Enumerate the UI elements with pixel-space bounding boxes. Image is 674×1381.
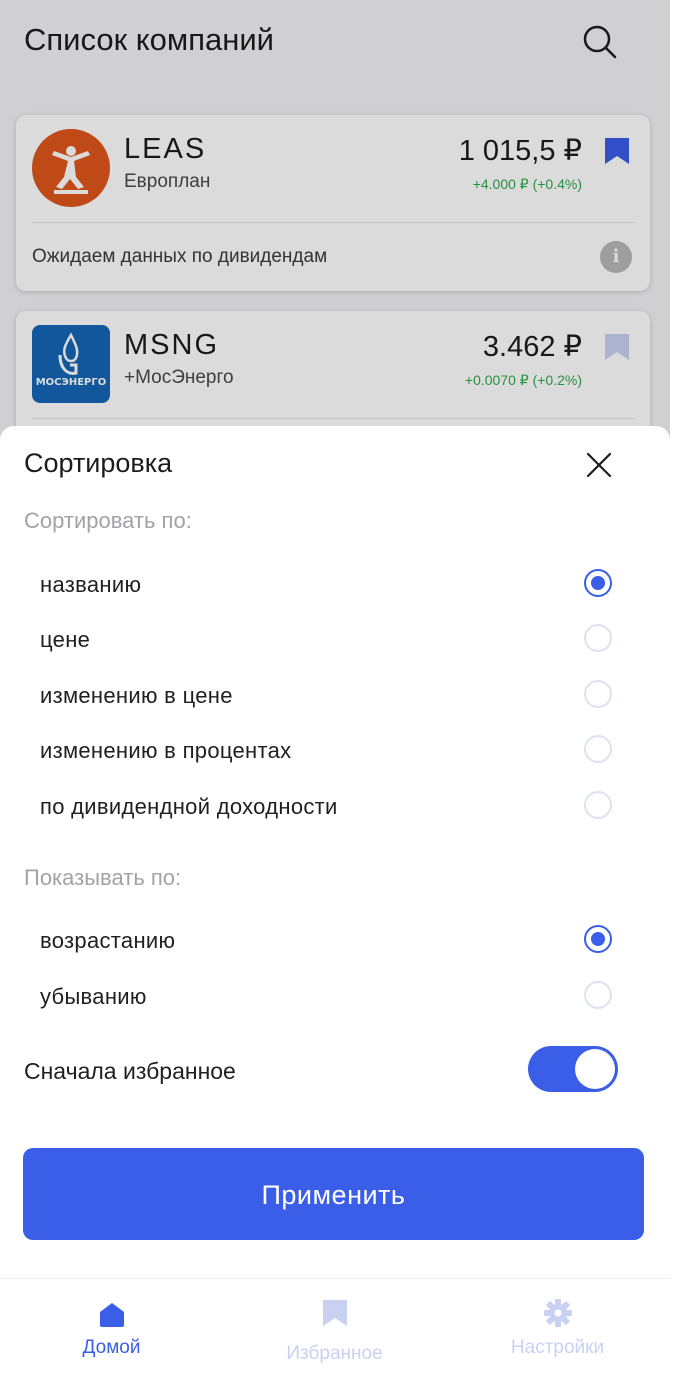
apply-button[interactable]: Применить bbox=[23, 1148, 644, 1240]
nav-label: Избранное bbox=[286, 1343, 383, 1364]
sheet-title: Сортировка bbox=[24, 448, 173, 478]
order-label: Показывать по: bbox=[24, 865, 182, 890]
nav-item-settings[interactable]: Настройки bbox=[446, 1279, 669, 1381]
radio-button[interactable] bbox=[584, 791, 612, 819]
favorites-first-toggle[interactable] bbox=[528, 1046, 618, 1092]
option-label: названию bbox=[40, 572, 142, 597]
radio-button[interactable] bbox=[584, 624, 612, 652]
option-label: цене bbox=[40, 627, 91, 652]
favorites-first-label: Сначала избранное bbox=[24, 1058, 236, 1084]
sort-option-price-change[interactable]: изменению в цене bbox=[0, 671, 670, 721]
option-label: возрастанию bbox=[40, 928, 176, 953]
screen-edge bbox=[670, 0, 674, 1380]
radio-button[interactable] bbox=[584, 981, 612, 1009]
option-label: убыванию bbox=[40, 984, 147, 1009]
gear-icon bbox=[543, 1299, 572, 1327]
nav-item-home[interactable]: Домой bbox=[0, 1279, 223, 1381]
sort-option-name[interactable]: названию bbox=[0, 560, 670, 610]
nav-item-favorites[interactable]: Избранное bbox=[223, 1279, 446, 1381]
radio-button[interactable] bbox=[584, 569, 612, 597]
nav-label: Домой bbox=[82, 1337, 141, 1358]
radio-button[interactable] bbox=[584, 735, 612, 763]
toggle-knob bbox=[575, 1049, 615, 1089]
order-option-descending[interactable]: убыванию bbox=[0, 972, 670, 1022]
bookmark-icon bbox=[322, 1300, 347, 1326]
sort-option-price[interactable]: цене bbox=[0, 615, 670, 665]
sort-bottom-sheet: Сортировка Сортировать по: названию цене… bbox=[0, 426, 670, 1381]
nav-label: Настройки bbox=[510, 1337, 605, 1358]
sort-option-percent-change[interactable]: изменению в процентах bbox=[0, 726, 670, 776]
radio-button[interactable] bbox=[584, 680, 612, 708]
sort-by-label: Сортировать по: bbox=[24, 508, 192, 533]
home-icon bbox=[99, 1303, 124, 1327]
sort-option-dividend-yield[interactable]: по дивидендной доходности bbox=[0, 782, 670, 832]
close-icon bbox=[586, 452, 612, 478]
order-option-ascending[interactable]: возрастанию bbox=[0, 916, 670, 966]
radio-button[interactable] bbox=[584, 925, 612, 953]
close-button[interactable] bbox=[582, 448, 616, 482]
option-label: по дивидендной доходности bbox=[40, 794, 338, 819]
option-label: изменению в процентах bbox=[40, 738, 292, 763]
option-label: изменению в цене bbox=[40, 683, 233, 708]
bottom-navigation: Домой Избранное Настройки bbox=[0, 1278, 670, 1381]
